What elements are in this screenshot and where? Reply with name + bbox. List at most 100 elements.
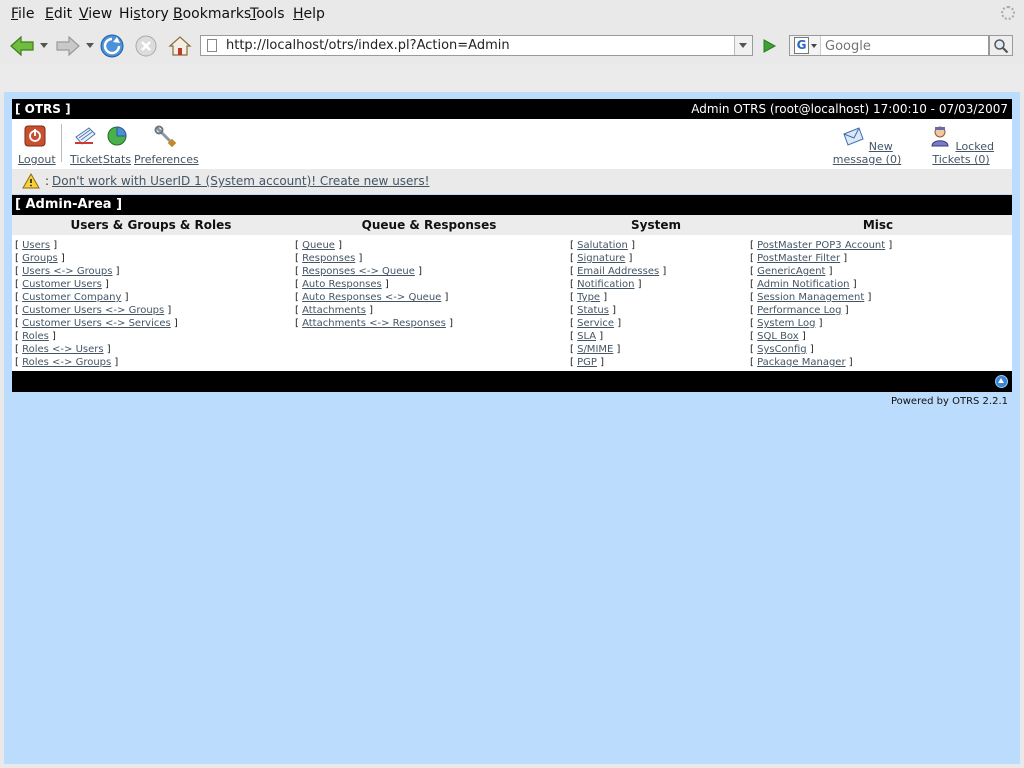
admin-link-package-manager[interactable]: Package Manager [757,357,845,368]
page-icon [207,39,217,52]
nav-ticket[interactable]: Ticket [70,125,103,166]
create-new-users-link[interactable]: Don't work with UserID 1 (System account… [52,174,429,188]
admin-link-roles-users[interactable]: Roles <-> Users [22,344,103,355]
home-icon [168,36,192,56]
admin-link-postmaster-filter[interactable]: PostMaster Filter [757,253,840,264]
admin-link-sysconfig[interactable]: SysConfig [757,344,807,355]
admin-link-genericagent[interactable]: GenericAgent [757,266,825,277]
admin-link-system-log[interactable]: System Log [757,318,815,329]
admin-link-salutation[interactable]: Salutation [577,240,628,251]
nav-preferences-link[interactable]: Preferences [134,153,199,166]
admin-link-responses-queue[interactable]: Responses <-> Queue [302,266,415,277]
admin-link-performance-log[interactable]: Performance Log [757,305,841,316]
scroll-to-top-icon[interactable] [995,375,1008,388]
admin-link-row: [ Customer Users <-> Groups ] [15,305,172,316]
go-button[interactable] [758,35,780,56]
admin-link-service[interactable]: Service [577,318,614,329]
search-button[interactable] [989,35,1013,56]
address-bar[interactable]: http://localhost/otrs/index.pl?Action=Ad… [200,35,753,56]
admin-link-roles[interactable]: Roles [22,331,49,342]
admin-link-row: [ PostMaster Filter ] [750,253,848,264]
search-box[interactable]: G [789,35,989,56]
admin-link-admin-notification[interactable]: Admin Notification [757,279,849,290]
back-button[interactable] [8,32,36,60]
reload-icon [100,34,124,58]
nav-logout-link[interactable]: Logout [18,153,56,166]
admin-link-notification[interactable]: Notification [577,279,634,290]
agent-icon [931,126,949,147]
admin-link-attachments[interactable]: Attachments [302,305,366,316]
admin-link-s-mime[interactable]: S/MIME [577,344,613,355]
stop-button[interactable] [132,32,160,60]
admin-link-row: [ Auto Responses ] [295,279,389,290]
admin-link-queue[interactable]: Queue [302,240,335,251]
menu-help[interactable]: Help [293,6,325,22]
nav-stats[interactable]: Stats [103,125,131,166]
admin-link-auto-responses[interactable]: Auto Responses [302,279,382,290]
admin-link-row: [ Roles ] [15,331,56,342]
search-input[interactable] [823,37,987,55]
menu-history[interactable]: History [119,6,169,22]
menu-bookmarks[interactable]: Bookmarks [173,6,251,22]
otrs-brand: [ OTRS ] [15,102,71,116]
admin-link-auto-responses-queue[interactable]: Auto Responses <-> Queue [302,292,441,303]
links-column-users-groups-roles: [ Users ] [ Groups ] [ Users <-> Groups ] [… [15,239,178,369]
menu-file[interactable]: File [11,6,34,22]
nav-locked-tickets[interactable]: Locked Tickets (0) [915,125,1007,166]
admin-link-roles-groups[interactable]: Roles <-> Groups [22,357,111,368]
admin-link-customer-users-groups[interactable]: Customer Users <-> Groups [22,305,164,316]
admin-link-groups[interactable]: Groups [22,253,58,264]
admin-link-users[interactable]: Users [22,240,50,251]
menu-tools[interactable]: Tools [250,6,285,22]
admin-link-customer-company[interactable]: Customer Company [22,292,121,303]
admin-link-email-addresses[interactable]: Email Addresses [577,266,659,277]
admin-link-customer-users[interactable]: Customer Users [22,279,102,290]
nav-separator [61,124,62,162]
admin-link-signature[interactable]: Signature [577,253,625,264]
nav-logout[interactable]: Logout [18,125,56,166]
reload-button[interactable] [98,32,126,60]
column-header-misc: Misc [862,218,894,232]
admin-area-bar: [ Admin-Area ] [12,195,1012,215]
admin-link-row: [ SLA ] [570,331,604,342]
admin-link-row: [ Admin Notification ] [750,279,857,290]
forward-arrow-icon [56,35,80,57]
admin-link-type[interactable]: Type [577,292,600,303]
admin-link-row: [ Auto Responses <-> Queue ] [295,292,449,303]
user-info: Admin OTRS (root@localhost) 17:00:10 - 0… [691,102,1008,116]
admin-link-responses[interactable]: Responses [302,253,355,264]
search-engine-selector[interactable]: G [790,36,821,55]
column-header-users-groups-roles: Users & Groups & Roles [70,218,232,232]
back-history-caret[interactable] [40,43,48,48]
home-button[interactable] [166,32,194,60]
admin-link-pgp[interactable]: PGP [577,357,597,368]
nav-ticket-link[interactable]: Ticket [70,153,103,166]
nav-preferences[interactable]: Preferences [134,125,199,166]
admin-link-sql-box[interactable]: SQL Box [757,331,799,342]
forward-history-caret[interactable] [86,43,94,48]
admin-link-users-groups[interactable]: Users <-> Groups [22,266,112,277]
admin-link-attachments-responses[interactable]: Attachments <-> Responses [302,318,446,329]
admin-link-sla[interactable]: SLA [577,331,596,342]
warning-notice: : Don't work with UserID 1 (System accou… [12,169,1012,194]
address-dropdown-button[interactable] [734,36,752,55]
admin-link-row: [ Responses <-> Queue ] [295,266,422,277]
bookmarks-toolbar [0,64,1024,92]
admin-link-row: [ Roles <-> Groups ] [15,357,119,368]
menu-view[interactable]: View [79,6,112,22]
nav-new-message[interactable]: New message (0) [822,125,912,166]
admin-link-status[interactable]: Status [577,305,609,316]
address-url[interactable]: http://localhost/otrs/index.pl?Action=Ad… [226,38,510,53]
menu-edit[interactable]: Edit [45,6,72,22]
links-column-system: [ Salutation ] [ Signature ] [ Email Addre… [570,239,666,369]
otrs-nav-bar: Logout Ticket Stats Preferences New mess… [12,119,1012,169]
forward-button[interactable] [54,32,82,60]
admin-link-row: [ Responses ] [295,253,363,264]
admin-link-row: [ PostMaster POP3 Account ] [750,240,893,251]
admin-link-session-management[interactable]: Session Management [757,292,864,303]
nav-stats-link[interactable]: Stats [103,153,131,166]
admin-link-customer-users-services[interactable]: Customer Users <-> Services [22,318,171,329]
chevron-down-icon [811,44,817,48]
admin-links-panel: [ Users ] [ Groups ] [ Users <-> Groups ] [… [12,235,1012,371]
admin-link-postmaster-pop3-account[interactable]: PostMaster POP3 Account [757,240,885,251]
